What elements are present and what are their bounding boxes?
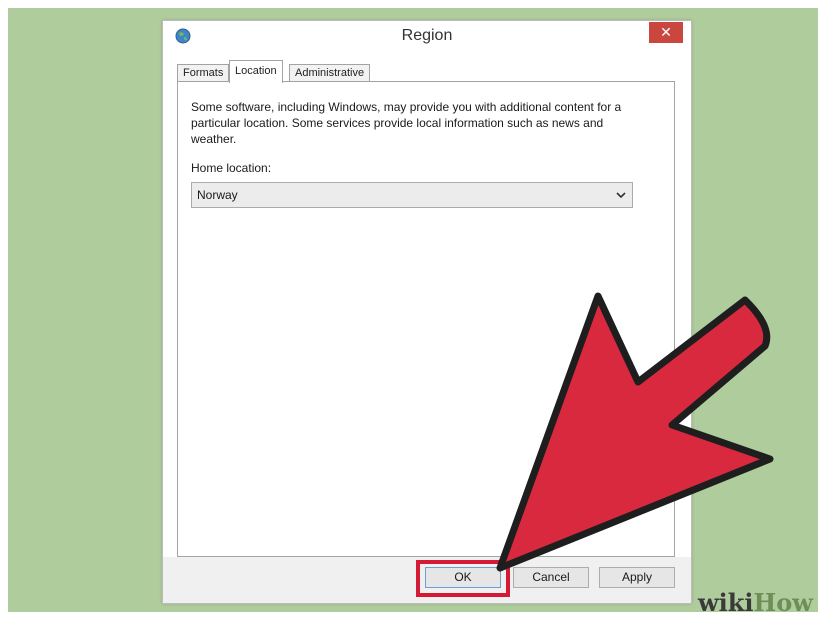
watermark-how: How [753, 588, 813, 617]
tab-location[interactable]: Location [229, 60, 283, 83]
watermark-wiki: wiki [698, 588, 754, 617]
pointer-arrow-icon [496, 292, 774, 572]
wikihow-watermark: wikiHow [698, 589, 813, 617]
